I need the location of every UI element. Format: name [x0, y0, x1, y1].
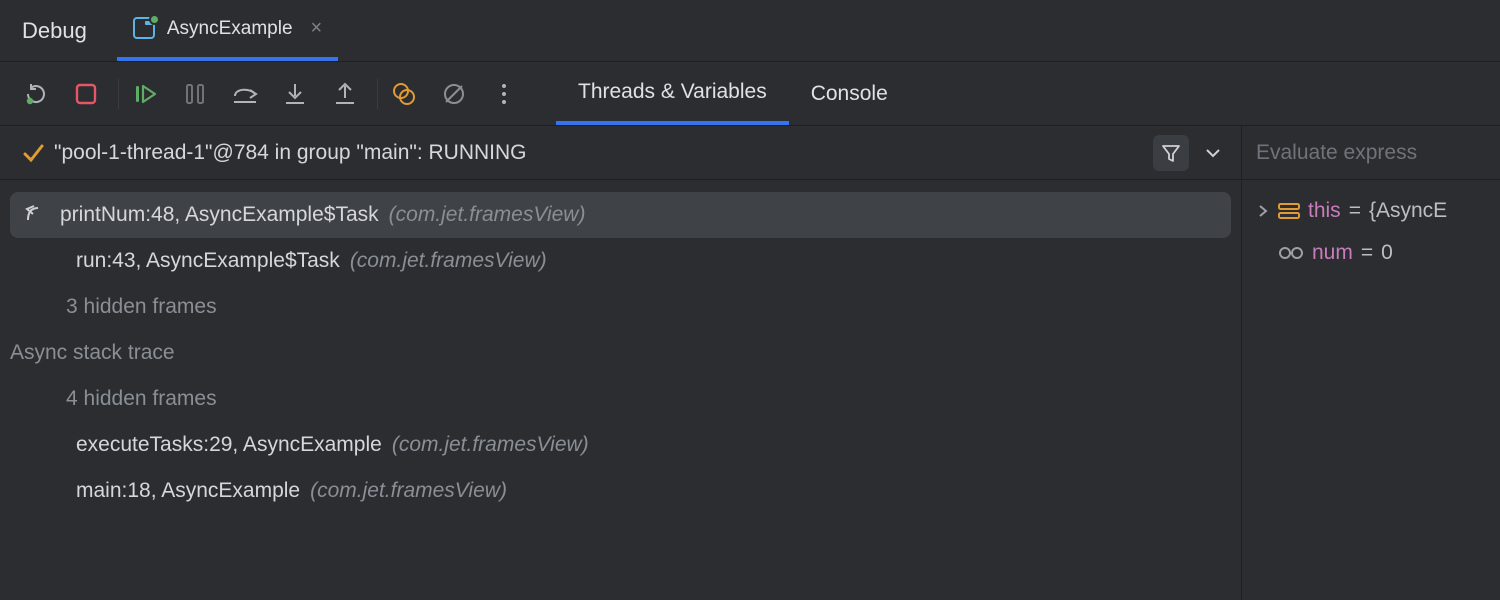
tool-window-title: Debug [22, 18, 87, 44]
hidden-frames-label: 3 hidden frames [10, 284, 1231, 330]
application-icon [133, 17, 157, 41]
debug-subtabs: Threads & Variables Console [556, 62, 910, 125]
stack-frame[interactable]: run:43, AsyncExample$Task (com.jet.frame… [10, 238, 1231, 284]
stack-frame[interactable]: printNum:48, AsyncExample$Task (com.jet.… [10, 192, 1231, 238]
async-section-label: Async stack trace [10, 330, 1231, 376]
glasses-icon [1278, 245, 1304, 261]
frame-method: executeTasks:29, AsyncExample [76, 433, 382, 457]
drop-frame-icon [24, 204, 50, 226]
evaluate-placeholder: Evaluate express [1256, 141, 1417, 165]
more-button[interactable] [486, 76, 522, 112]
variable-row[interactable]: this = {AsyncE [1246, 190, 1496, 232]
debug-content-split: "pool-1-thread-1"@784 in group "main": R… [0, 126, 1500, 600]
variable-name: this [1308, 199, 1341, 223]
frame-package: (com.jet.framesView) [350, 249, 547, 273]
frame-package: (com.jet.framesView) [389, 203, 586, 227]
debug-tool-window: Debug AsyncExample × [0, 0, 1500, 600]
thread-label: "pool-1-thread-1"@784 in group "main": R… [54, 141, 1143, 165]
thread-selector[interactable]: "pool-1-thread-1"@784 in group "main": R… [0, 126, 1241, 180]
close-tab-icon[interactable]: × [311, 17, 323, 40]
filter-button[interactable] [1153, 135, 1189, 171]
variable-value: 0 [1381, 241, 1393, 265]
stack-frame[interactable]: executeTasks:29, AsyncExample (com.jet.f… [10, 422, 1231, 468]
object-icon [1278, 202, 1300, 220]
resume-button[interactable] [127, 76, 163, 112]
variables-pane: Evaluate express this = {AsyncEnum = 0 [1242, 126, 1500, 600]
variable-value: {AsyncE [1369, 199, 1447, 223]
run-config-tab[interactable]: AsyncExample × [117, 0, 338, 61]
mute-breakpoints-button[interactable] [436, 76, 472, 112]
step-out-button[interactable] [327, 76, 363, 112]
frame-package: (com.jet.framesView) [392, 433, 589, 457]
view-breakpoints-button[interactable] [386, 76, 422, 112]
thread-dropdown-button[interactable] [1195, 135, 1231, 171]
tab-console[interactable]: Console [789, 62, 910, 125]
frame-method: main:18, AsyncExample [76, 479, 300, 503]
variables-list: this = {AsyncEnum = 0 [1242, 180, 1500, 284]
chevron-right-icon[interactable] [1256, 204, 1270, 218]
tab-threads-variables[interactable]: Threads & Variables [556, 62, 789, 125]
hidden-frames-label: 4 hidden frames [10, 376, 1231, 422]
tool-window-tabbar: Debug AsyncExample × [0, 0, 1500, 62]
run-config-tab-label: AsyncExample [167, 18, 293, 40]
frames-pane: "pool-1-thread-1"@784 in group "main": R… [0, 126, 1242, 600]
debug-toolbar: Threads & Variables Console [0, 62, 1500, 126]
evaluate-expression-input[interactable]: Evaluate express [1242, 126, 1500, 180]
frames-list: printNum:48, AsyncExample$Task (com.jet.… [0, 180, 1241, 526]
separator [377, 79, 378, 109]
rerun-button[interactable] [18, 76, 54, 112]
separator [118, 79, 119, 109]
frame-method: printNum:48, AsyncExample$Task [60, 203, 379, 227]
stack-frame[interactable]: main:18, AsyncExample (com.jet.framesVie… [10, 468, 1231, 514]
stop-button[interactable] [68, 76, 104, 112]
step-over-button[interactable] [227, 76, 263, 112]
variable-row[interactable]: num = 0 [1246, 232, 1496, 274]
equals-sign: = [1349, 199, 1361, 223]
variable-name: num [1312, 241, 1353, 265]
check-icon [22, 142, 44, 164]
step-into-button[interactable] [277, 76, 313, 112]
pause-button[interactable] [177, 76, 213, 112]
equals-sign: = [1361, 241, 1373, 265]
frame-package: (com.jet.framesView) [310, 479, 507, 503]
frame-method: run:43, AsyncExample$Task [76, 249, 340, 273]
